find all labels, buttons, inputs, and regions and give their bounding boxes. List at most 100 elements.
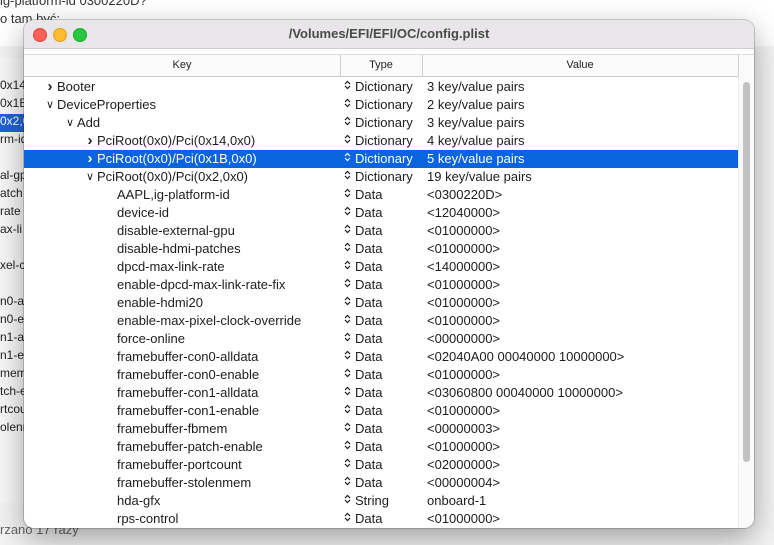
type-popup[interactable]: Data bbox=[344, 330, 424, 348]
outline-row[interactable]: hda-gfx String onboard-1 bbox=[24, 492, 738, 510]
type-popup[interactable]: Data bbox=[344, 348, 424, 366]
column-header-key[interactable]: Key bbox=[24, 55, 341, 76]
value-cell[interactable]: <01000000> bbox=[427, 222, 500, 240]
disclosure-collapsed-icon[interactable]: › bbox=[84, 150, 96, 168]
window-titlebar[interactable]: /Volumes/EFI/EFI/OC/config.plist bbox=[24, 20, 754, 49]
type-popup[interactable]: Data bbox=[344, 186, 424, 204]
value-cell[interactable]: <00000004> bbox=[427, 474, 500, 492]
type-popup[interactable]: Dictionary bbox=[344, 114, 424, 132]
type-popup[interactable]: Data bbox=[344, 456, 424, 474]
updown-chevron-icon bbox=[344, 330, 351, 348]
outline-row[interactable]: framebuffer-con0-alldata Data <02040A00 00… bbox=[24, 348, 738, 366]
type-popup[interactable]: Data bbox=[344, 510, 424, 528]
updown-chevron-icon bbox=[344, 294, 351, 312]
column-header: Key Type Value bbox=[24, 54, 754, 77]
type-popup[interactable]: Data bbox=[344, 312, 424, 330]
disclosure-collapsed-icon[interactable]: › bbox=[44, 78, 56, 96]
disclosure-expanded-icon[interactable]: ∨ bbox=[44, 96, 56, 114]
column-header-type[interactable]: Type bbox=[340, 55, 423, 76]
key-label: enable-max-pixel-clock-override bbox=[117, 313, 302, 328]
updown-chevron-icon bbox=[344, 474, 351, 492]
outline-row[interactable]: › PciRoot(0x0)/Pci(0x1B,0x0) Dictionary 5 k… bbox=[24, 150, 738, 168]
value-cell[interactable]: <12040000> bbox=[427, 204, 500, 222]
type-popup[interactable]: Data bbox=[344, 366, 424, 384]
type-label: Data bbox=[355, 385, 383, 400]
value-cell[interactable]: <02040A00 00040000 10000000> bbox=[427, 348, 624, 366]
value-cell[interactable]: <01000000> bbox=[427, 240, 500, 258]
outline-row[interactable]: framebuffer-portcount Data <02000000> bbox=[24, 456, 738, 474]
value-cell[interactable]: 5 key/value pairs bbox=[427, 150, 525, 168]
outline-row[interactable]: dpcd-max-link-rate Data <14000000> bbox=[24, 258, 738, 276]
type-label: Dictionary bbox=[355, 151, 413, 166]
outline-row[interactable]: framebuffer-con1-alldata Data <03060800 00… bbox=[24, 384, 738, 402]
outline-row[interactable]: framebuffer-patch-enable Data <01000000> bbox=[24, 438, 738, 456]
type-popup[interactable]: Data bbox=[344, 204, 424, 222]
outline-row[interactable]: enable-dpcd-max-link-rate-fix Data <010000… bbox=[24, 276, 738, 294]
outline-row[interactable]: framebuffer-stolenmem Data <00000004> bbox=[24, 474, 738, 492]
column-header-value[interactable]: Value bbox=[422, 55, 739, 76]
outline-row[interactable]: rps-control Data <01000000> bbox=[24, 510, 738, 528]
outline-row[interactable]: ∨ DeviceProperties Dictionary 2 key/value p… bbox=[24, 96, 738, 114]
value-cell[interactable]: <03060800 00040000 10000000> bbox=[427, 384, 623, 402]
type-popup[interactable]: String bbox=[344, 492, 424, 510]
type-popup[interactable]: Data bbox=[344, 240, 424, 258]
type-popup[interactable]: Data bbox=[344, 474, 424, 492]
type-popup[interactable]: Data bbox=[344, 402, 424, 420]
type-popup[interactable]: Data bbox=[344, 294, 424, 312]
value-cell[interactable]: 2 key/value pairs bbox=[427, 96, 525, 114]
value-cell[interactable]: <00000000> bbox=[427, 330, 500, 348]
outline-row[interactable]: enable-max-pixel-clock-override Data <0100… bbox=[24, 312, 738, 330]
outline-row[interactable]: › PciRoot(0x0)/Pci(0x14,0x0) Dictionary 4 k… bbox=[24, 132, 738, 150]
type-popup[interactable]: Dictionary bbox=[344, 96, 424, 114]
value-cell[interactable]: <02000000> bbox=[427, 456, 500, 474]
value-cell[interactable]: <01000000> bbox=[427, 438, 500, 456]
type-popup[interactable]: Data bbox=[344, 438, 424, 456]
outline-row[interactable]: framebuffer-con1-enable Data <01000000> bbox=[24, 402, 738, 420]
type-popup[interactable]: Dictionary bbox=[344, 150, 424, 168]
outline-row[interactable]: disable-hdmi-patches Data <01000000> bbox=[24, 240, 738, 258]
value-cell[interactable]: <00000003> bbox=[427, 420, 500, 438]
updown-chevron-icon bbox=[344, 276, 351, 294]
outline-row[interactable]: device-id Data <12040000> bbox=[24, 204, 738, 222]
value-cell[interactable]: 3 key/value pairs bbox=[427, 78, 525, 96]
type-popup[interactable]: Data bbox=[344, 384, 424, 402]
key-label: PciRoot(0x0)/Pci(0x2,0x0) bbox=[97, 169, 248, 184]
outline-row[interactable]: AAPL,ig-platform-id Data <0300220D> bbox=[24, 186, 738, 204]
value-cell[interactable]: onboard-1 bbox=[427, 492, 486, 510]
outline-row[interactable]: force-online Data <00000000> bbox=[24, 330, 738, 348]
scrollbar-thumb[interactable] bbox=[743, 82, 750, 462]
value-cell[interactable]: <14000000> bbox=[427, 258, 500, 276]
outline-row[interactable]: enable-hdmi20 Data <01000000> bbox=[24, 294, 738, 312]
value-cell[interactable]: 19 key/value pairs bbox=[427, 168, 532, 186]
value-cell[interactable]: 4 key/value pairs bbox=[427, 132, 525, 150]
outline-row[interactable]: disable-external-gpu Data <01000000> bbox=[24, 222, 738, 240]
disclosure-expanded-icon[interactable]: ∨ bbox=[84, 168, 96, 186]
type-popup[interactable]: Data bbox=[344, 420, 424, 438]
type-popup[interactable]: Dictionary bbox=[344, 168, 424, 186]
type-popup[interactable]: Data bbox=[344, 276, 424, 294]
value-cell[interactable]: <01000000> bbox=[427, 402, 500, 420]
value-cell[interactable]: <0300220D> bbox=[427, 186, 502, 204]
outline-row[interactable]: ∨ PciRoot(0x0)/Pci(0x2,0x0) Dictionary 19 k… bbox=[24, 168, 738, 186]
value-cell[interactable]: <01000000> bbox=[427, 276, 500, 294]
value-cell[interactable]: 3 key/value pairs bbox=[427, 114, 525, 132]
outline-row[interactable]: ∨ Add Dictionary 3 key/value pairs bbox=[24, 114, 738, 132]
value-cell[interactable]: <01000000> bbox=[427, 294, 500, 312]
vertical-scrollbar[interactable] bbox=[738, 76, 754, 528]
type-popup[interactable]: Dictionary bbox=[344, 132, 424, 150]
disclosure-expanded-icon[interactable]: ∨ bbox=[64, 114, 76, 132]
value-cell[interactable]: <01000000> bbox=[427, 366, 500, 384]
outline-row[interactable]: framebuffer-fbmem Data <00000003> bbox=[24, 420, 738, 438]
type-popup[interactable]: Data bbox=[344, 258, 424, 276]
type-label: Data bbox=[355, 241, 383, 256]
window-title: /Volumes/EFI/EFI/OC/config.plist bbox=[288, 26, 490, 41]
type-label: Dictionary bbox=[355, 169, 413, 184]
type-popup[interactable]: Data bbox=[344, 222, 424, 240]
disclosure-collapsed-icon[interactable]: › bbox=[84, 132, 96, 150]
value-cell[interactable]: <01000000> bbox=[427, 312, 500, 330]
key-label: rps-control bbox=[117, 511, 179, 526]
outline-row[interactable]: framebuffer-con0-enable Data <01000000> bbox=[24, 366, 738, 384]
type-popup[interactable]: Dictionary bbox=[344, 78, 424, 96]
value-cell[interactable]: <01000000> bbox=[427, 510, 500, 528]
outline-row[interactable]: › Booter Dictionary 3 key/value pairs bbox=[24, 78, 738, 96]
